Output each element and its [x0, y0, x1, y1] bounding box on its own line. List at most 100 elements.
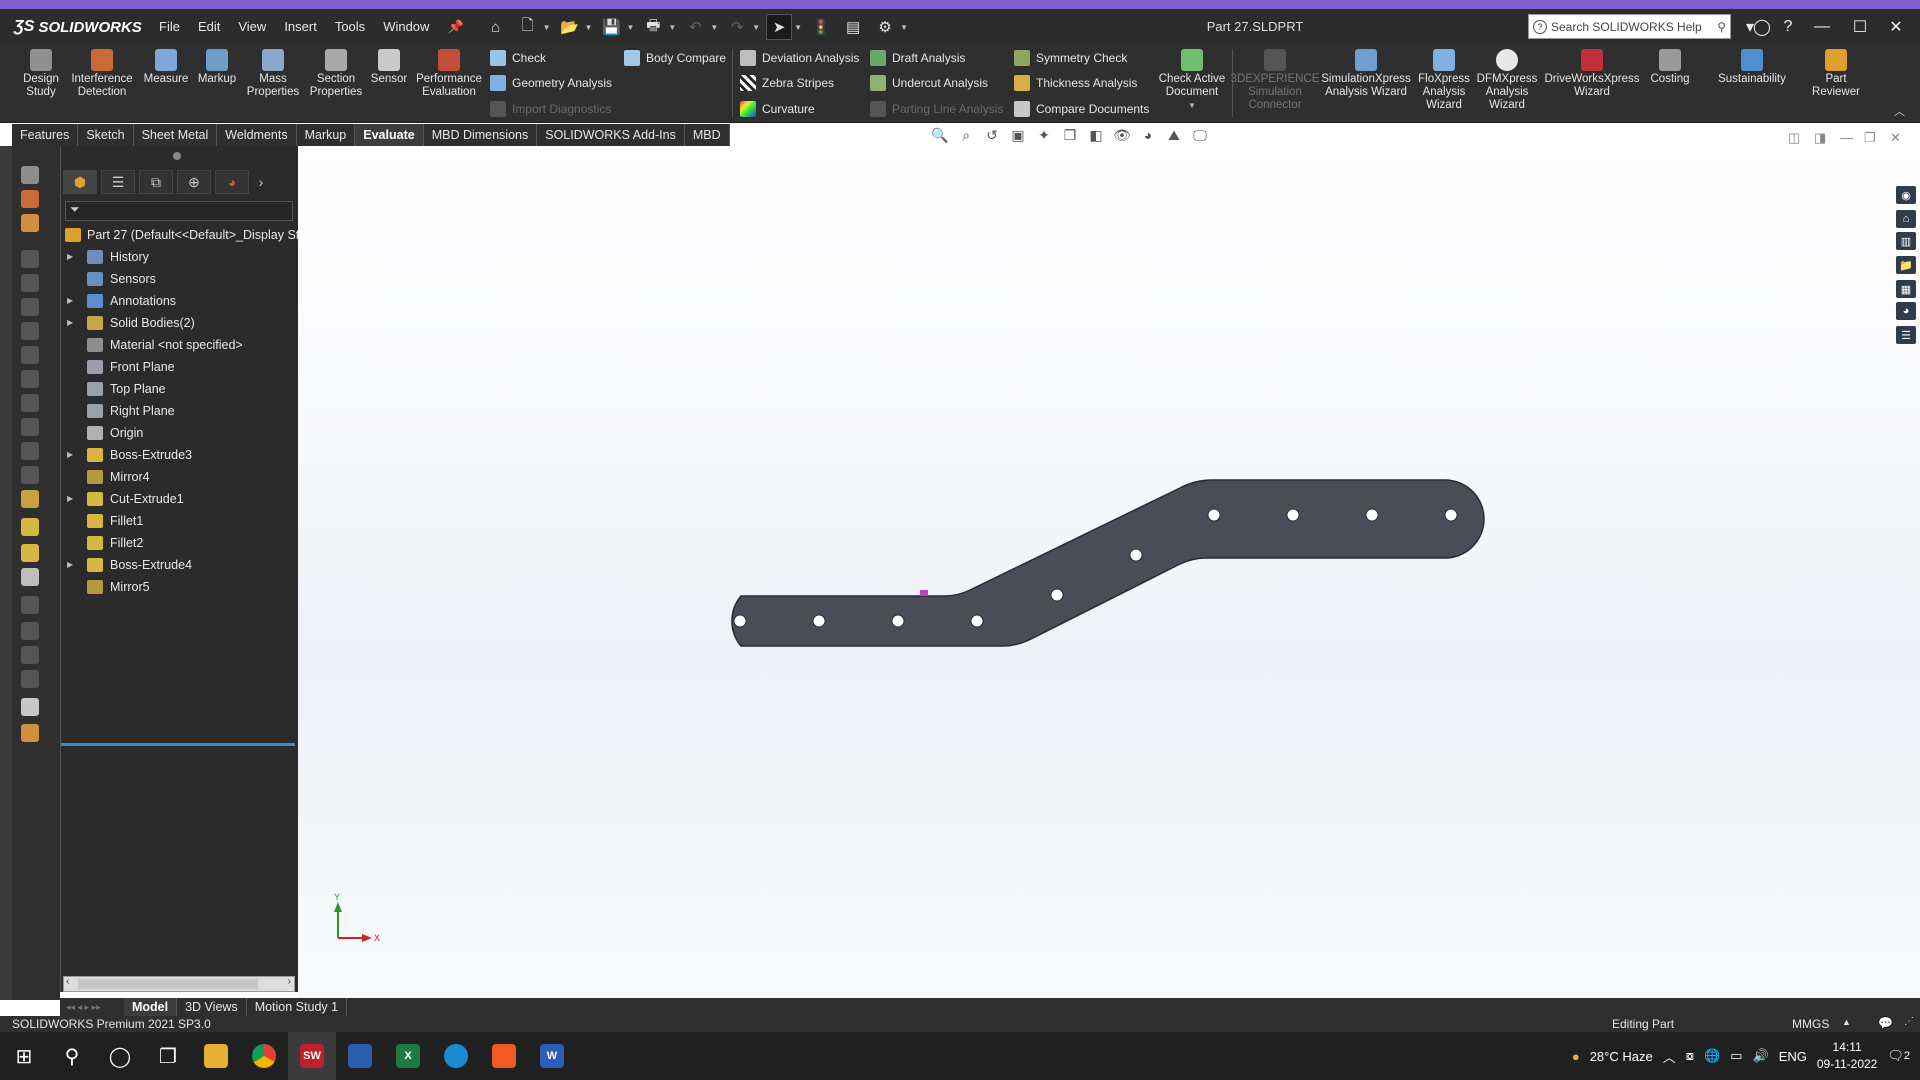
- tree-item-material-not-specified[interactable]: Material <not specified>: [61, 334, 299, 356]
- new-dropdown-icon[interactable]: ▼: [543, 23, 551, 32]
- graphics-area[interactable]: Y X ◉ ⌂ ▥ 📁 ▦ ◕ ☰: [298, 146, 1920, 998]
- help-search-box[interactable]: ? Search SOLIDWORKS Help ⚲: [1528, 14, 1731, 39]
- viewport-tile-icon[interactable]: ◫: [1788, 130, 1800, 146]
- configuration-manager-tab-icon[interactable]: ⧉: [139, 170, 173, 194]
- more-tabs-chevron-icon[interactable]: ›: [253, 170, 269, 194]
- tree-item-mirror5[interactable]: Mirror5: [61, 576, 299, 598]
- edge-app-icon[interactable]: [432, 1032, 480, 1080]
- save-dropdown-icon[interactable]: ▼: [626, 23, 634, 32]
- panel-grip-icon[interactable]: [173, 152, 181, 160]
- tree-root-part[interactable]: Part 27 (Default<<Default>_Display Sta: [61, 224, 299, 246]
- 3dexperience-connector-button[interactable]: 3DEXPERIENCE Simulation Connector: [1231, 49, 1319, 112]
- hole[interactable]: [733, 614, 747, 628]
- rail-reference-icon[interactable]: [21, 490, 39, 508]
- rail-layers-icon[interactable]: [21, 698, 39, 716]
- redo-dropdown-icon[interactable]: ▼: [752, 23, 760, 32]
- import-diagnostics-button[interactable]: Import Diagnostics: [490, 101, 611, 117]
- menu-window[interactable]: Window: [374, 19, 438, 35]
- zoom-to-fit-icon[interactable]: 🔍: [930, 126, 950, 144]
- tab-mbd-dimensions[interactable]: MBD Dimensions: [424, 124, 538, 146]
- tree-item-solid-bodies-2[interactable]: ▶ Solid Bodies(2): [61, 312, 299, 334]
- zoom-to-area-icon[interactable]: ⌕: [956, 126, 976, 144]
- edit-appearance-icon[interactable]: ◕: [1138, 126, 1158, 144]
- close-window-icon[interactable]: ✕: [1882, 15, 1910, 39]
- menu-insert[interactable]: Insert: [275, 19, 326, 35]
- design-library-icon[interactable]: ▥: [1896, 232, 1916, 250]
- viewport-split-icon[interactable]: ◨: [1814, 130, 1826, 146]
- rail-weldment-icon[interactable]: [21, 214, 39, 232]
- scroll-right-icon[interactable]: ›: [288, 976, 291, 987]
- brave-app-icon[interactable]: [480, 1032, 528, 1080]
- bottom-tab-3d-views[interactable]: 3D Views: [177, 998, 247, 1016]
- view-settings-icon[interactable]: 🖵: [1190, 126, 1210, 144]
- thickness-analysis-button[interactable]: Thickness Analysis: [1014, 75, 1137, 91]
- doc-restore-icon[interactable]: ❐: [1864, 130, 1876, 146]
- doc-close-icon[interactable]: ✕: [1890, 130, 1901, 146]
- floxpress-button[interactable]: FloXpress Analysis Wizard: [1418, 49, 1470, 112]
- display-manager-tab-icon[interactable]: ◕: [215, 170, 249, 194]
- rail-magnet-icon[interactable]: [21, 166, 39, 184]
- rail-extrude-icon[interactable]: [21, 274, 39, 292]
- hide-show-items-icon[interactable]: 👁: [1112, 126, 1132, 144]
- compare-documents-button[interactable]: Compare Documents: [1014, 101, 1149, 117]
- taskbar-search-icon[interactable]: ⚲: [48, 1032, 96, 1080]
- menu-file[interactable]: File: [150, 19, 189, 35]
- tree-item-top-plane[interactable]: Top Plane: [61, 378, 299, 400]
- rebuild-icon[interactable]: 🚦: [808, 14, 834, 40]
- save-icon[interactable]: 💾: [598, 14, 624, 40]
- rail-chamfer-icon[interactable]: [21, 394, 39, 412]
- apply-scene-icon[interactable]: ⛰: [1164, 126, 1184, 144]
- rail-loft-icon[interactable]: [21, 346, 39, 364]
- user-icon[interactable]: ◯: [1748, 15, 1776, 39]
- design-study-button[interactable]: Design Study: [16, 49, 66, 99]
- appearances-icon[interactable]: ◕: [1896, 302, 1916, 320]
- deviation-analysis-button[interactable]: Deviation Analysis: [740, 50, 859, 66]
- collapse-ribbon-icon[interactable]: ︿: [1894, 103, 1905, 119]
- hole[interactable]: [970, 614, 984, 628]
- section-properties-button[interactable]: Section Properties: [306, 49, 366, 99]
- hole[interactable]: [1207, 508, 1221, 522]
- open-icon[interactable]: 📂: [557, 14, 583, 40]
- options-gear-icon[interactable]: ⚙: [872, 14, 898, 40]
- hole[interactable]: [1444, 508, 1458, 522]
- tab-weldments[interactable]: Weldments: [217, 124, 297, 146]
- solidworks-resources-icon[interactable]: ◉: [1896, 186, 1916, 204]
- resize-grip-icon[interactable]: ⋰: [1904, 1016, 1914, 1027]
- tree-item-origin[interactable]: Origin: [61, 422, 299, 444]
- expand-arrow-icon[interactable]: ▶: [67, 290, 73, 312]
- chrome-app-icon[interactable]: [240, 1032, 288, 1080]
- task-view-icon[interactable]: ❐: [144, 1032, 192, 1080]
- parting-line-analysis-button[interactable]: Parting Line Analysis: [870, 101, 1003, 117]
- tree-item-annotations[interactable]: ▶ Annotations: [61, 290, 299, 312]
- tree-item-sensors[interactable]: Sensors: [61, 268, 299, 290]
- rail-interference-icon[interactable]: [21, 190, 39, 208]
- hole[interactable]: [1365, 508, 1379, 522]
- clock[interactable]: 14:11 09-11-2022: [1817, 1039, 1878, 1073]
- check-active-document-button[interactable]: Check Active Document ▼: [1156, 49, 1228, 112]
- rail-shell-icon[interactable]: [21, 418, 39, 436]
- weather-icon[interactable]: ●: [1572, 1049, 1580, 1064]
- tree-item-cut-extrude1[interactable]: ▶ Cut-Extrude1: [61, 488, 299, 510]
- 3d-content-home-icon[interactable]: ⌂: [1896, 210, 1916, 228]
- property-manager-tab-icon[interactable]: ☰: [101, 170, 135, 194]
- rail-sketch-icon[interactable]: [21, 250, 39, 268]
- menu-tools[interactable]: Tools: [326, 19, 374, 35]
- rail-appearance-icon[interactable]: [21, 724, 39, 742]
- network-icon[interactable]: 🌐: [1704, 1048, 1720, 1064]
- hole[interactable]: [812, 614, 826, 628]
- rail-sheetmetal-icon[interactable]: [21, 670, 39, 688]
- check-active-dropdown-icon[interactable]: ▼: [1188, 99, 1196, 112]
- tree-item-boss-extrude4[interactable]: ▶ Boss-Extrude4: [61, 554, 299, 576]
- dfmxpress-button[interactable]: DFMXpress Analysis Wizard: [1476, 49, 1538, 112]
- menu-edit[interactable]: Edit: [189, 19, 229, 35]
- rail-rib-icon[interactable]: [21, 466, 39, 484]
- scroll-left-icon[interactable]: ‹: [66, 976, 69, 987]
- origin-marker[interactable]: [920, 590, 928, 596]
- tab-features[interactable]: Features: [12, 124, 79, 146]
- rail-draft-icon[interactable]: [21, 442, 39, 460]
- tab-sketch[interactable]: Sketch: [78, 124, 134, 146]
- rail-instant3d-icon[interactable]: [21, 622, 39, 640]
- solidworks-app-icon[interactable]: SW: [288, 1032, 336, 1080]
- interference-detection-button[interactable]: Interference Detection: [70, 49, 134, 99]
- curvature-button[interactable]: Curvature: [740, 101, 815, 117]
